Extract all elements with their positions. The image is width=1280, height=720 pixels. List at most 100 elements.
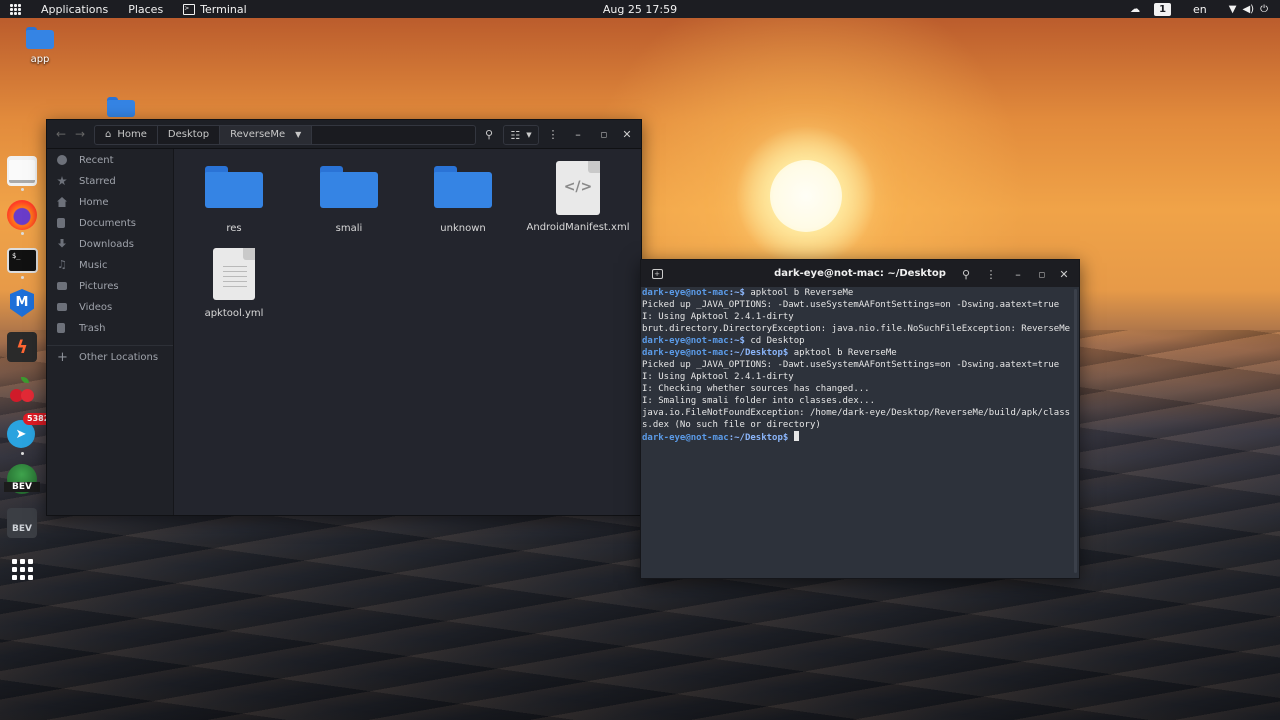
file-item-smali[interactable]: smali: [294, 166, 404, 234]
terminal-small-icon: >: [183, 3, 196, 15]
sidebar-item-label: Other Locations: [79, 351, 159, 363]
file-item-res[interactable]: res: [179, 166, 289, 234]
dock-terminal[interactable]: $_: [7, 248, 38, 273]
file-item-apktool-yml[interactable]: apktool.yml: [179, 248, 289, 319]
desktop-icon-folder[interactable]: [106, 97, 136, 117]
places-menu[interactable]: Places: [118, 0, 173, 18]
sidebar-item-home[interactable]: Home: [47, 192, 173, 212]
search-button[interactable]: ⚲: [957, 265, 975, 283]
search-button[interactable]: ⚲: [479, 125, 499, 143]
sidebar-item-pictures[interactable]: Pictures: [47, 276, 173, 296]
maximize-button[interactable]: ◻: [1035, 265, 1049, 283]
sidebar-item-label: Videos: [79, 301, 113, 313]
sidebar-item-videos[interactable]: Videos: [47, 297, 173, 317]
text-cursor: [793, 431, 799, 441]
dock-bev-2[interactable]: BEV: [7, 508, 37, 538]
chevron-down-icon: ▼: [526, 131, 532, 139]
dock-telegram[interactable]: ➤ 5382: [7, 413, 54, 448]
metasploit-icon: M: [10, 289, 34, 317]
language-indicator[interactable]: en: [1193, 3, 1207, 16]
terminal-line: I: Using Apktool 2.4.1-dirty: [642, 312, 794, 322]
menu-button[interactable]: ⋮: [545, 125, 561, 143]
sidebar-item-downloads[interactable]: Downloads: [47, 234, 173, 254]
breadcrumb-home[interactable]: ⌂ Home: [95, 126, 158, 144]
file-item-androidmanifest[interactable]: </> AndroidManifest.xml: [523, 161, 633, 233]
file-item-label: AndroidManifest.xml: [526, 222, 630, 233]
close-button[interactable]: ✕: [1057, 265, 1071, 283]
home-icon: ⌂: [105, 129, 112, 140]
sidebar-item-other-locations[interactable]: + Other Locations: [47, 347, 173, 367]
terminal-headerbar: dark-eye@not-mac: ~/Desktop + ⚲ ⋮ – ◻ ✕: [641, 260, 1079, 287]
applications-menu[interactable]: Applications: [31, 0, 118, 18]
sidebar-item-label: Documents: [79, 217, 137, 229]
dock-burpsuite[interactable]: ϟ: [7, 332, 37, 362]
sidebar-item-music[interactable]: ♫ Music: [47, 255, 173, 275]
dock-firefox[interactable]: [7, 200, 37, 230]
sidebar-item-trash[interactable]: Trash: [47, 318, 173, 338]
dock-cherrytree[interactable]: [7, 376, 37, 406]
bev-icon: BEV: [4, 482, 40, 492]
text-file-icon: [213, 248, 255, 300]
sidebar-item-documents[interactable]: Documents: [47, 213, 173, 233]
dock: $_ M ϟ ➤ 5382 BEV BEV: [0, 148, 54, 588]
file-item-unknown[interactable]: unknown: [408, 166, 518, 234]
bev-icon: BEV: [12, 524, 32, 534]
dock-metasploit[interactable]: M: [7, 288, 37, 318]
home-icon: [57, 197, 67, 207]
workspace-indicator[interactable]: 1: [1154, 2, 1172, 16]
forward-button[interactable]: →: [72, 126, 88, 142]
star-icon: [57, 176, 67, 186]
maximize-icon: ◻: [600, 129, 608, 139]
breadcrumb-desktop[interactable]: Desktop: [158, 126, 221, 144]
file-item-label: smali: [335, 223, 363, 234]
terminal-output[interactable]: dark-eye@not-mac:~$ apktool b ReverseMe …: [642, 287, 1070, 575]
close-button[interactable]: ✕: [620, 125, 634, 143]
sidebar-item-label: Starred: [79, 175, 116, 187]
sidebar-item-label: Music: [79, 259, 108, 271]
download-icon: [58, 239, 66, 248]
dock-files[interactable]: [7, 156, 37, 186]
folder-icon: [320, 166, 378, 208]
sidebar-item-label: Downloads: [79, 238, 134, 250]
power-icon[interactable]: ⏻: [1260, 4, 1268, 15]
sidebar-divider: [47, 345, 173, 346]
volume-icon[interactable]: ◀): [1242, 4, 1254, 15]
picture-icon: [57, 282, 67, 290]
burpsuite-icon: ϟ: [16, 336, 28, 358]
breadcrumb-reverseme[interactable]: ReverseMe ▼: [220, 126, 313, 144]
desktop-icon-app[interactable]: app: [22, 27, 58, 65]
files-icon: [9, 159, 35, 183]
plus-icon: +: [57, 349, 68, 365]
sidebar-item-label: Home: [79, 196, 109, 208]
new-tab-icon: +: [651, 269, 663, 279]
activities-button[interactable]: [0, 0, 31, 18]
show-applications-button[interactable]: [7, 554, 37, 584]
minimize-button[interactable]: –: [1011, 265, 1025, 283]
terminal-line: dark-eye@not-mac:~$ cd Desktop: [642, 335, 1070, 347]
minimize-button[interactable]: –: [571, 125, 585, 143]
prompt-user: dark-eye@not-mac: [642, 288, 729, 298]
sidebar-item-starred[interactable]: Starred: [47, 171, 173, 191]
search-icon: ⚲: [961, 267, 971, 281]
back-button[interactable]: ←: [53, 126, 69, 142]
running-indicator: [21, 452, 24, 455]
places-sidebar: Recent Starred Home Documents Downloads …: [47, 149, 174, 515]
code-icon: </>: [563, 179, 593, 195]
wifi-icon[interactable]: ▼: [1229, 4, 1237, 15]
menu-button[interactable]: ⋮: [983, 265, 999, 283]
prompt-user: dark-eye@not-mac: [642, 433, 729, 443]
network-manager-icon[interactable]: ☁: [1130, 4, 1140, 15]
chevron-down-icon: ▼: [295, 130, 302, 139]
maximize-button[interactable]: ◻: [597, 125, 611, 143]
terminal-app-menu[interactable]: > Terminal: [173, 0, 257, 18]
dock-bev-1[interactable]: BEV: [4, 464, 40, 494]
terminal-scrollbar[interactable]: [1074, 289, 1077, 573]
view-options-button[interactable]: ☷ ▼: [503, 125, 539, 145]
terminal-line: dark-eye@not-mac:~/Desktop$ apktool b Re…: [642, 347, 1070, 359]
breadcrumb-label: Home: [117, 129, 147, 140]
new-tab-button[interactable]: +: [649, 265, 665, 283]
desktop-icon-label: app: [30, 54, 50, 65]
running-indicator: [21, 188, 24, 191]
music-icon: ♫: [57, 258, 67, 271]
sidebar-item-recent[interactable]: Recent: [47, 150, 173, 170]
